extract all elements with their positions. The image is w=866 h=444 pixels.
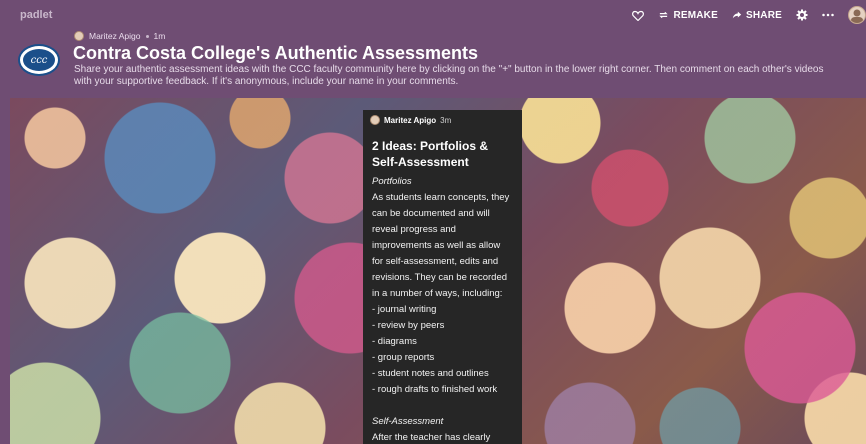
post-body-line: in a number of ways, including: <box>372 288 503 299</box>
post-body: Portfolios As students learn concepts, th… <box>372 174 518 444</box>
post-author-line: Maritez Apigo 3m <box>370 115 451 125</box>
post-body-line: reveal progress and <box>372 224 456 235</box>
post-body-line: After the teacher has clearly <box>372 432 491 443</box>
post-body-spacer <box>372 398 518 414</box>
post-body-line: for self-assessment, edits and <box>372 256 499 267</box>
post-title: 2 Ideas: Portfolios & Self-Assessment <box>372 139 489 169</box>
remake-label: REMAKE <box>673 9 718 21</box>
avatar-icon <box>851 9 863 23</box>
post-body-line: can be documented and will <box>372 208 490 219</box>
top-toolbar: padlet REMAKE SHARE <box>0 0 866 30</box>
heart-icon <box>632 10 645 21</box>
ccc-logo: ccc <box>18 44 60 76</box>
ccc-logo-text: ccc <box>23 49 55 71</box>
remake-button[interactable]: REMAKE <box>658 10 718 21</box>
author-avatar <box>74 31 84 41</box>
share-button[interactable]: SHARE <box>732 10 782 21</box>
post-section-heading: Portfolios <box>372 176 412 187</box>
post-card[interactable]: Maritez Apigo 3m 2 Ideas: Portfolios & S… <box>363 110 522 444</box>
post-body-line: - rough drafts to finished work <box>372 384 498 395</box>
post-body-line: - student notes and outlines <box>372 368 489 379</box>
padlet-header: ccc Maritez Apigo 1m Contra Costa Colleg… <box>0 30 866 98</box>
header-author-name: Maritez Apigo <box>89 31 141 41</box>
gear-icon <box>796 9 808 21</box>
like-button[interactable] <box>632 10 645 21</box>
user-avatar[interactable] <box>848 6 866 24</box>
toolbar-actions: REMAKE SHARE <box>632 6 866 24</box>
post-section-heading: Self-Assessment <box>372 416 444 427</box>
post-body-line: - diagrams <box>372 336 417 347</box>
page-description: Share your authentic assessment ideas wi… <box>74 64 824 87</box>
post-author-name: Maritez Apigo <box>384 115 437 125</box>
post-author-avatar <box>370 115 380 125</box>
separator-dot <box>145 34 149 38</box>
post-body-line: As students learn concepts, they <box>372 192 510 203</box>
share-icon <box>732 11 742 19</box>
post-body-line: revisions. They can be recorded <box>372 272 508 283</box>
post-body-line: improvements as well as allow <box>372 240 501 251</box>
remake-icon <box>659 11 669 19</box>
more-button[interactable] <box>822 13 834 17</box>
post-body-line: - review by peers <box>372 320 445 331</box>
header-time: 1m <box>153 31 166 41</box>
header-author-line: Maritez Apigo 1m <box>74 31 165 41</box>
post-body-line: - journal writing <box>372 304 437 315</box>
padlet-brand[interactable]: padlet <box>20 9 52 21</box>
settings-button[interactable] <box>796 9 808 21</box>
share-label: SHARE <box>745 9 782 21</box>
post-time: 3m <box>440 115 452 125</box>
page-title: Contra Costa College's Authentic Assessm… <box>73 43 479 63</box>
more-icon <box>822 13 834 17</box>
post-body-line: - group reports <box>372 352 435 363</box>
